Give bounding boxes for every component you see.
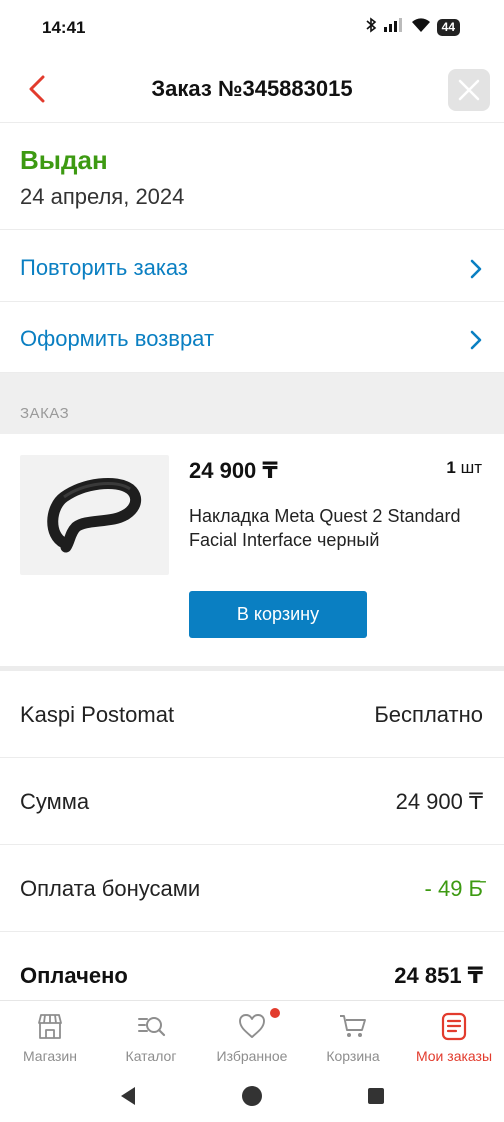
nav-catalog[interactable]: Каталог [101,1001,201,1073]
nav-label: Избранное [216,1048,288,1064]
facial-interface-image [47,478,141,553]
repeat-order-row[interactable]: Повторить заказ [0,231,504,302]
system-home-icon[interactable] [241,1085,263,1107]
nav-store[interactable]: Магазин [0,1001,100,1073]
cart-icon [340,1015,366,1037]
catalog-search-icon [138,1017,166,1037]
nav-cart[interactable]: Корзина [303,1001,403,1073]
notification-dot [270,1008,280,1018]
header-bar: Заказ №345883015 [0,56,504,123]
heart-icon [239,1014,265,1038]
status-bar: 14:41 44 [0,0,504,56]
quantity-number: 1 [446,458,456,477]
order-status-date: 24 апреля, 2024 [20,184,185,209]
system-recents-icon[interactable] [366,1085,386,1107]
summary-value-bonus: - 49 Б̄ [424,876,483,901]
close-icon [458,79,480,101]
return-order-label: Оформить возврат [20,326,215,351]
summary-value: 24 900 ₸ [395,789,483,814]
chevron-right-icon [470,259,482,279]
status-time: 14:41 [42,18,86,37]
order-item: 24 900 ₸ 1 шт Накладка Meta Quest 2 Stan… [0,434,504,666]
system-navigation-bar [0,1072,504,1122]
signal-icon [383,17,405,37]
summary-label: Оплачено [20,963,128,988]
nav-my-orders[interactable]: Мои заказы [404,1001,504,1073]
status-icons: 44 [365,17,460,37]
summary-row-delivery: Kaspi Postomat Бесплатно [0,671,504,758]
order-section-header: ЗАКАЗ [0,373,504,434]
system-back-icon[interactable] [118,1085,138,1107]
nav-label: Мои заказы [415,1048,493,1064]
summary-value: Бесплатно [374,702,483,727]
return-order-row[interactable]: Оформить возврат [0,302,504,373]
repeat-order-label: Повторить заказ [20,255,188,280]
product-image[interactable] [20,455,169,575]
summary-row-bonus: Оплата бонусами - 49 Б̄ [0,845,504,932]
page-title: Заказ №345883015 [151,76,353,101]
summary-value: 24 851 ₸ [394,963,483,988]
nav-favorites[interactable]: Избранное [202,1001,302,1073]
quantity-unit: шт [460,458,482,477]
order-status: Выдан 24 апреля, 2024 [0,123,504,230]
section-label: ЗАКАЗ [20,405,70,422]
summary-label: Kaspi Postomat [20,702,175,727]
orders-icon [441,1012,467,1041]
battery-indicator: 44 [436,18,460,36]
close-button[interactable] [448,69,490,111]
product-name[interactable]: Накладка Meta Quest 2 Standard Facial In… [189,504,469,552]
nav-label: Корзина [326,1048,380,1064]
nav-label: Каталог [125,1048,177,1064]
bluetooth-icon [365,17,377,37]
store-icon [38,1014,62,1039]
order-status-title: Выдан [20,145,108,175]
product-quantity: 1 шт [446,458,482,478]
bottom-navigation: Магазин Каталог Избранное Корзина Мои за… [0,1000,504,1072]
wifi-icon [411,17,431,37]
nav-label: Магазин [22,1048,77,1064]
summary-label: Оплата бонусами [20,876,201,901]
product-price: 24 900 ₸ [189,458,278,483]
summary-row-sum: Сумма 24 900 ₸ [0,758,504,845]
summary-label: Сумма [20,789,90,814]
chevron-right-icon [470,330,482,350]
add-to-cart-button[interactable]: В корзину [189,591,367,638]
